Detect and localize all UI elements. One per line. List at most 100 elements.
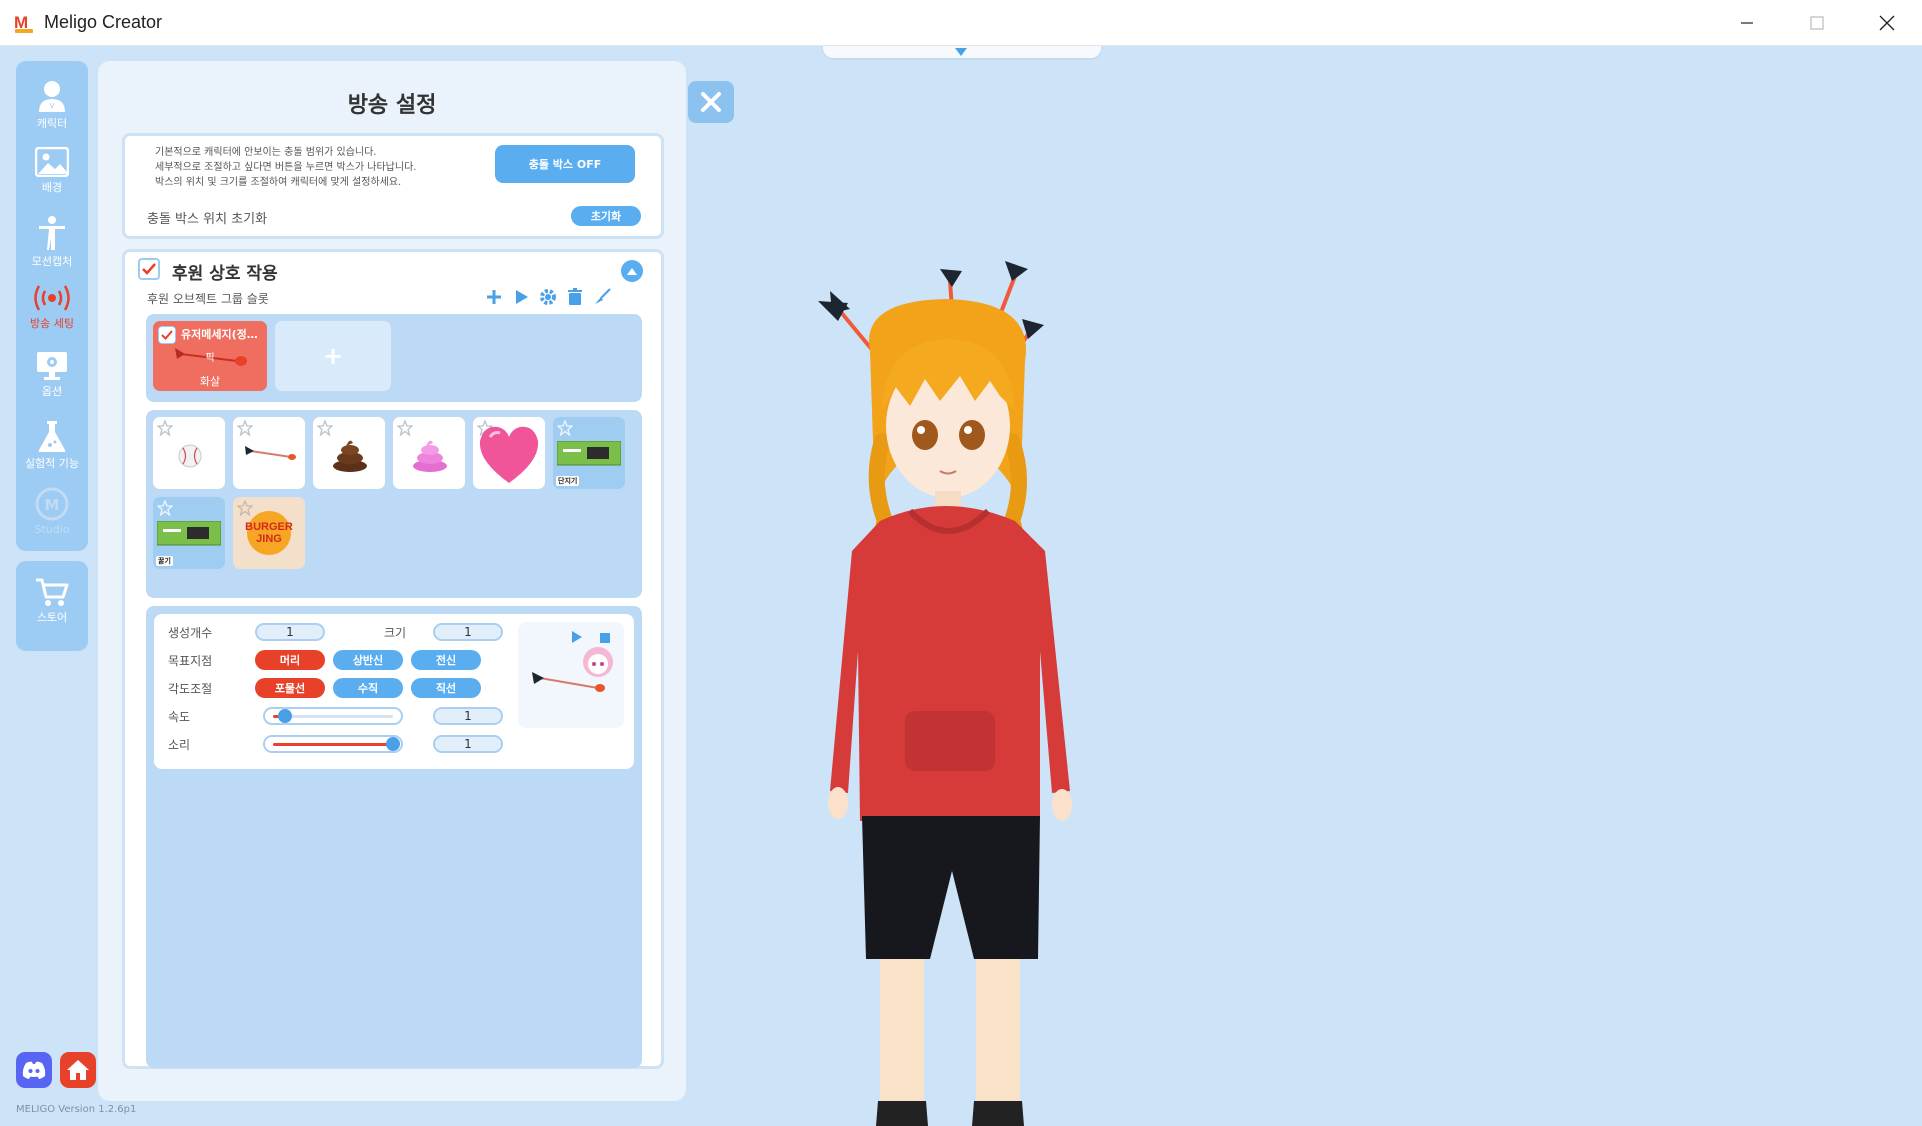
sidebar-item-experimental[interactable]: 실험적 기능 bbox=[16, 413, 88, 479]
chevron-up-icon bbox=[627, 268, 637, 275]
sidebar-item-studio[interactable]: M Studio bbox=[16, 481, 88, 547]
maximize-button[interactable] bbox=[1782, 0, 1852, 46]
speed-value[interactable]: 1 bbox=[433, 707, 503, 725]
group-slot-label: 후원 오브젝트 그룹 슬롯 bbox=[147, 292, 269, 306]
group-slot-item[interactable]: 유저메세지(정… 픽 화살 bbox=[153, 321, 267, 391]
slot-subtitle: 픽 bbox=[205, 353, 215, 364]
target-option-full-body[interactable]: 전신 bbox=[411, 650, 481, 670]
cart-icon bbox=[36, 578, 69, 606]
speed-slider[interactable] bbox=[263, 707, 403, 725]
close-panel-button[interactable] bbox=[688, 81, 734, 123]
sidebar-item-label: Studio bbox=[34, 523, 70, 536]
speed-label: 속도 bbox=[168, 710, 191, 724]
slider-handle[interactable] bbox=[386, 737, 400, 751]
minimize-button[interactable] bbox=[1712, 0, 1782, 46]
broadcast-icon bbox=[34, 285, 70, 311]
slot-toolbar bbox=[485, 288, 611, 306]
sound-slider[interactable] bbox=[263, 735, 403, 753]
person-icon bbox=[39, 216, 65, 250]
sidebar-item-broadcast[interactable]: 방송 세팅 bbox=[16, 277, 88, 343]
discord-icon bbox=[22, 1061, 46, 1079]
slot-object-name: 화살 bbox=[199, 375, 221, 388]
collision-reset-label: 충돌 박스 위치 초기화 bbox=[147, 212, 268, 227]
broom-icon[interactable] bbox=[593, 288, 611, 306]
size-label: 크기 bbox=[384, 626, 407, 640]
image-icon bbox=[35, 147, 69, 177]
donation-interaction-card: 후원 상호 작용 후원 오브젝트 그룹 슬롯 유저메세지(정… 픽 화살 + 단… bbox=[122, 249, 664, 1069]
item-baseball[interactable] bbox=[153, 417, 225, 489]
svg-text:V: V bbox=[50, 102, 55, 110]
chevron-down-icon[interactable] bbox=[955, 48, 967, 56]
angle-option-vertical[interactable]: 수직 bbox=[333, 678, 403, 698]
item-ram-card[interactable]: 단지기 bbox=[553, 417, 625, 489]
arrow-icon bbox=[532, 672, 605, 692]
donation-enabled-checkbox[interactable] bbox=[138, 258, 160, 280]
angle-option-straight[interactable]: 직선 bbox=[411, 678, 481, 698]
studio-logo-icon: M bbox=[35, 487, 69, 521]
item-poop-pink[interactable] bbox=[393, 417, 465, 489]
sound-value[interactable]: 1 bbox=[433, 735, 503, 753]
add-slot-button[interactable]: + bbox=[275, 321, 391, 391]
item-tag: 단지기 bbox=[556, 476, 580, 486]
close-window-button[interactable] bbox=[1852, 0, 1922, 46]
sidebar-item-motion-capture[interactable]: 모션캡처 bbox=[16, 209, 88, 275]
sidebar: V 캐릭터 배경 모션캡처 방송 세팅 옵션 실험적 기능 M Studio bbox=[16, 61, 88, 551]
app-logo-icon: M bbox=[14, 13, 34, 33]
version-label: MELIGO Version 1.2.6p1 bbox=[16, 1104, 137, 1115]
check-icon bbox=[161, 330, 173, 340]
gear-icon[interactable] bbox=[539, 288, 557, 306]
sidebar-item-store[interactable]: 스토어 bbox=[16, 561, 88, 651]
item-heart[interactable] bbox=[473, 417, 545, 489]
check-icon bbox=[142, 263, 156, 275]
collision-box-card: 기본적으로 캐릭터에 안보이는 충돌 범위가 있습니다. 세부적으로 조절하고 … bbox=[122, 133, 664, 239]
monitor-gear-icon bbox=[37, 352, 67, 380]
star-icon[interactable] bbox=[237, 500, 253, 516]
sidebar-item-label: 옵션 bbox=[41, 385, 63, 398]
flask-icon bbox=[38, 421, 66, 452]
angle-label: 각도조절 bbox=[168, 682, 213, 696]
collapse-button[interactable] bbox=[621, 260, 643, 282]
maximize-icon bbox=[1810, 16, 1824, 30]
object-preview bbox=[518, 622, 624, 728]
add-icon[interactable] bbox=[485, 288, 503, 306]
slider-handle[interactable] bbox=[278, 709, 292, 723]
star-icon[interactable] bbox=[157, 500, 173, 516]
star-icon[interactable] bbox=[557, 420, 573, 436]
target-option-head[interactable]: 머리 bbox=[255, 650, 325, 670]
arrow-icon bbox=[245, 446, 296, 460]
angle-option-parabola[interactable]: 포물선 bbox=[255, 678, 325, 698]
slot-checkbox[interactable] bbox=[158, 326, 176, 344]
target-option-upper-body[interactable]: 상반신 bbox=[333, 650, 403, 670]
donation-object-grid: 단지기 꿀기 BURGER JING bbox=[146, 410, 642, 598]
trash-icon[interactable] bbox=[566, 288, 584, 306]
item-ram-card-2[interactable]: 꿀기 bbox=[153, 497, 225, 569]
item-poop-brown[interactable] bbox=[313, 417, 385, 489]
sidebar-item-background[interactable]: 배경 bbox=[16, 141, 88, 207]
collision-description: 기본적으로 캐릭터에 안보이는 충돌 범위가 있습니다. 세부적으로 조절하고 … bbox=[155, 147, 417, 188]
heart-icon bbox=[479, 426, 539, 483]
item-arrow[interactable] bbox=[233, 417, 305, 489]
count-input[interactable]: 1 bbox=[255, 623, 325, 641]
collision-box-toggle-button[interactable]: 충돌 박스 OFF bbox=[495, 145, 635, 183]
star-icon[interactable] bbox=[317, 420, 333, 436]
ram-card-icon bbox=[557, 441, 621, 466]
sidebar-item-label: 실험적 기능 bbox=[24, 457, 80, 470]
page-title: 방송 설정 bbox=[347, 93, 437, 118]
sidebar-item-options[interactable]: 옵션 bbox=[16, 345, 88, 411]
size-input[interactable]: 1 bbox=[433, 623, 503, 641]
star-icon[interactable] bbox=[157, 420, 173, 436]
star-icon[interactable] bbox=[237, 420, 253, 436]
play-icon[interactable] bbox=[512, 288, 530, 306]
discord-button[interactable] bbox=[16, 1052, 52, 1088]
baseball-icon bbox=[178, 444, 202, 468]
collision-reset-button[interactable]: 초기화 bbox=[571, 206, 641, 226]
title-bar: M Meligo Creator bbox=[0, 0, 1922, 46]
home-icon bbox=[67, 1060, 89, 1080]
minimize-icon bbox=[1741, 22, 1753, 24]
window-title: Meligo Creator bbox=[44, 12, 163, 32]
sidebar-item-label: 모션캡처 bbox=[31, 255, 73, 268]
sidebar-item-character[interactable]: V 캐릭터 bbox=[16, 73, 88, 139]
home-button[interactable] bbox=[60, 1052, 96, 1088]
item-burger-jing[interactable]: BURGER JING bbox=[233, 497, 305, 569]
star-icon[interactable] bbox=[397, 420, 413, 436]
